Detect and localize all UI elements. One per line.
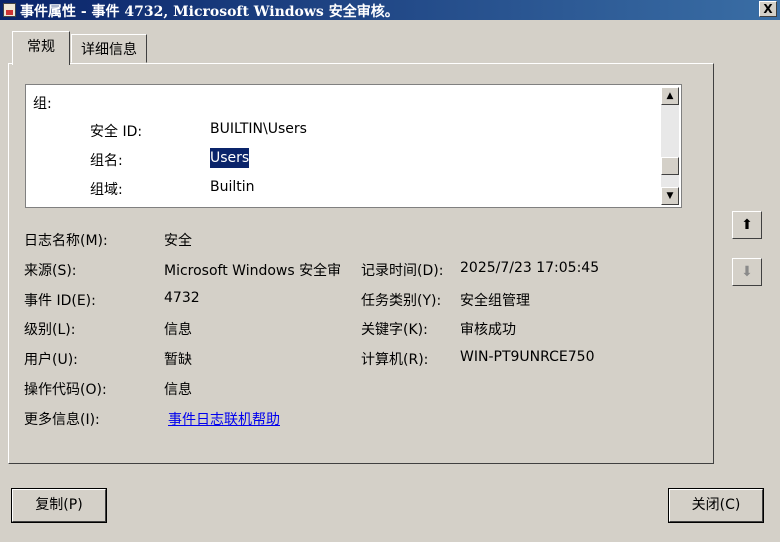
level-value: 信息 [164,322,192,338]
security-id-label: 安全 ID: [90,124,143,140]
close-icon[interactable]: X [759,1,777,17]
event-description-content: 组: 安全 ID: BUILTIN\Users 组名: Users 组域: Bu… [26,85,659,207]
keywords-value: 审核成功 [460,322,516,338]
task-category-label: 任务类别(Y): [361,293,442,309]
group-name-value: Users [210,148,250,168]
scroll-up-icon[interactable]: ▲ [661,87,679,105]
close-button[interactable]: 关闭(C) [668,488,764,523]
title-bar: 事件属性 - 事件 4732, Microsoft Windows 安全审核。 … [0,0,780,20]
copy-button[interactable]: 复制(P) [11,488,107,523]
event-viewer-icon [3,3,16,17]
user-value: 暂缺 [164,352,192,368]
group-domain-label: 组域: [90,182,123,198]
scroll-down-icon[interactable]: ▼ [661,187,679,205]
event-id-value: 4732 [164,290,200,306]
group-domain-value: Builtin [210,179,255,195]
level-label: 级别(L): [24,322,76,338]
logged-label: 记录时间(D): [361,263,444,279]
task-category-value: 安全组管理 [460,293,530,309]
more-info-label: 更多信息(I): [24,412,100,428]
group-name-label: 组名: [90,153,123,169]
opcode-value: 信息 [164,382,192,398]
log-name-value: 安全 [164,233,192,249]
event-description-box[interactable]: 组: 安全 ID: BUILTIN\Users 组名: Users 组域: Bu… [25,84,682,208]
tab-details[interactable]: 详细信息 [71,34,147,63]
security-id-value: BUILTIN\Users [210,121,307,137]
online-help-link[interactable]: 事件日志联机帮助 [168,409,280,429]
window-title: 事件属性 - 事件 4732, Microsoft Windows 安全审核。 [20,4,399,20]
description-scrollbar[interactable]: ▲ ▼ [661,87,679,205]
keywords-label: 关键字(K): [361,322,428,338]
arrow-down-icon[interactable]: ⬇ [732,258,762,286]
opcode-label: 操作代码(O): [24,382,107,398]
scroll-thumb[interactable] [661,157,679,175]
group-header: 组: [33,96,52,112]
tab-general[interactable]: 常规 [12,31,70,65]
user-label: 用户(U): [24,352,78,368]
computer-value: WIN-PT9UNRCE750 [460,349,595,365]
event-id-label: 事件 ID(E): [24,293,96,309]
arrow-up-icon[interactable]: ⬆ [732,211,762,239]
log-name-label: 日志名称(M): [24,233,108,249]
logged-value: 2025/7/23 17:05:45 [460,260,600,276]
source-label: 来源(S): [24,263,77,279]
source-value: Microsoft Windows 安全审 [164,263,342,279]
computer-label: 计算机(R): [361,352,429,368]
